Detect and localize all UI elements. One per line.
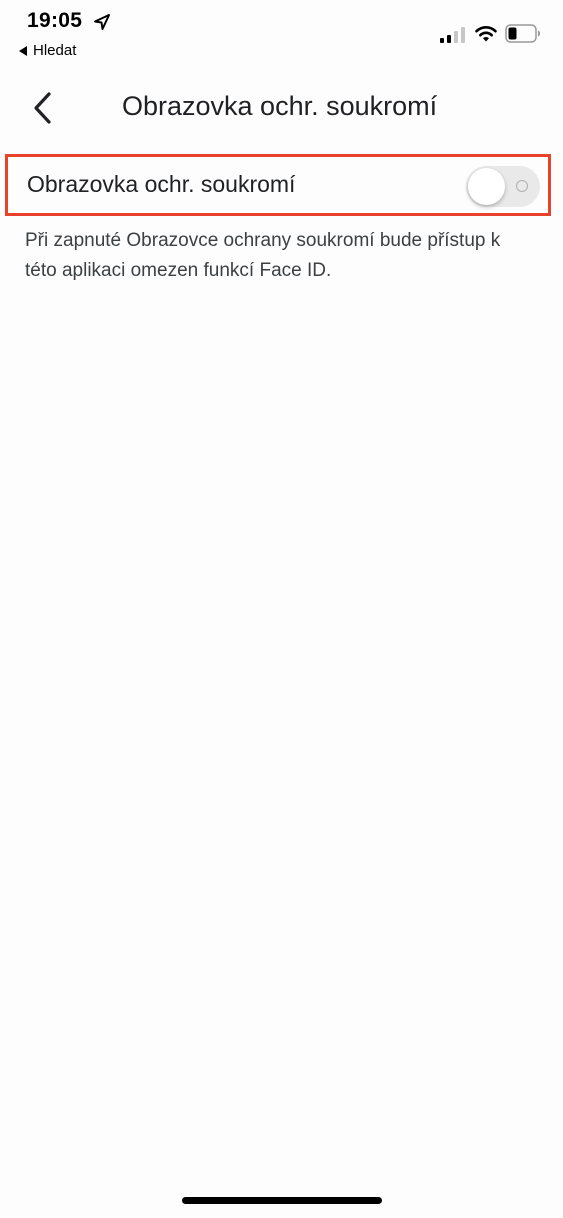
wifi-icon xyxy=(475,26,497,42)
toggle-off-indicator-icon xyxy=(516,180,528,192)
privacy-screen-label: Obrazovka ochr. soukromí xyxy=(27,171,296,197)
back-to-app-label: Hledat xyxy=(33,42,77,59)
battery-icon xyxy=(505,24,540,43)
status-time: 19:05 xyxy=(27,9,83,32)
page-title: Obrazovka ochr. soukromí xyxy=(122,91,438,121)
signal-icon xyxy=(440,27,465,43)
privacy-screen-settings: 19:05 Hledat Obrazovka ochr. soukromí Ob… xyxy=(0,0,563,1218)
home-indicator[interactable] xyxy=(182,1197,382,1204)
back-button[interactable] xyxy=(28,90,58,126)
privacy-screen-setting-row: Obrazovka ochr. soukromí xyxy=(5,154,551,216)
location-icon xyxy=(94,14,110,30)
back-triangle-icon xyxy=(19,45,27,56)
toggle-knob xyxy=(468,168,505,205)
privacy-screen-description: Při zapnuté Obrazovce ochrany soukromí b… xyxy=(25,230,501,281)
privacy-screen-toggle[interactable] xyxy=(466,166,540,207)
back-to-app-link[interactable]: Hledat xyxy=(19,42,76,59)
